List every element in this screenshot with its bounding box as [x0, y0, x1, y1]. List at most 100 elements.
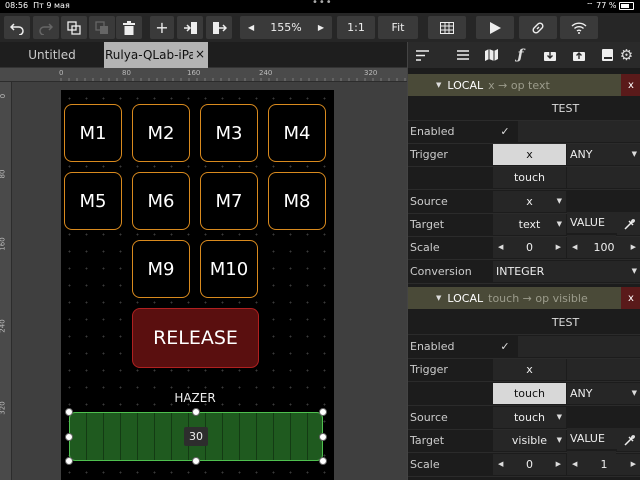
zoom-1to1-button[interactable]: 1:1 — [337, 16, 375, 39]
widget-button-m2[interactable]: M2 — [132, 104, 190, 162]
tab-list[interactable] — [448, 42, 477, 68]
row-trigger-2: touch ANY ▼ — [408, 382, 640, 406]
copy-button[interactable] — [61, 16, 87, 39]
widget-button-m5[interactable]: M5 — [64, 172, 122, 230]
scale-max-stepper[interactable]: ◀ 1 ▶ — [567, 454, 640, 475]
increment-arrow-icon[interactable]: ▶ — [631, 460, 636, 468]
widget-button-m9[interactable]: M9 — [132, 240, 190, 298]
hazer-value-display: 30 — [184, 427, 208, 446]
zoom-in-arrow-icon[interactable]: ▶ — [318, 23, 324, 32]
eyedropper-button[interactable] — [617, 430, 640, 451]
trigger-touch-toggle[interactable]: touch — [493, 383, 566, 404]
link-button[interactable] — [519, 16, 557, 39]
decrement-arrow-icon[interactable]: ◀ — [498, 460, 503, 468]
tab-map[interactable] — [477, 42, 506, 68]
resize-handle[interactable] — [192, 457, 200, 465]
zoom-fit-button[interactable]: Fit — [378, 16, 418, 39]
tab-untitled[interactable]: Untitled — [0, 42, 104, 68]
wifi-status-icon: ⌔ — [586, 1, 594, 10]
button-label: M7 — [215, 190, 243, 212]
widget-button-m1[interactable]: M1 — [64, 104, 122, 162]
trigger-x-toggle[interactable]: x — [493, 144, 566, 165]
trigger-mode-select[interactable]: ANY ▼ — [567, 383, 640, 404]
chevron-down-icon: ▼ — [556, 436, 562, 444]
resize-handle[interactable] — [319, 408, 327, 416]
chevron-down-icon: ▼ — [556, 220, 562, 228]
scale-min-stepper[interactable]: ◀ 0 ▶ — [493, 237, 566, 258]
collapse-triangle-icon[interactable]: ▼ — [436, 81, 441, 89]
redo-button[interactable] — [33, 16, 59, 39]
widget-button-m4[interactable]: M4 — [268, 104, 326, 162]
multitask-dots-icon[interactable]: ••• — [312, 0, 333, 8]
scale-min-stepper[interactable]: ◀ 0 ▶ — [493, 454, 566, 475]
play-button[interactable] — [476, 16, 514, 39]
increment-arrow-icon[interactable]: ▶ — [631, 243, 636, 251]
ruler-tick-label: 320 — [364, 69, 378, 77]
tab-close-icon[interactable]: × — [192, 47, 205, 61]
widget-button-m7[interactable]: M7 — [200, 172, 258, 230]
enabled-checkbox[interactable]: ✓ — [493, 336, 517, 357]
collapse-triangle-icon[interactable]: ▼ — [436, 294, 441, 302]
zoom-out-arrow-icon[interactable]: ◀ — [248, 23, 254, 32]
zoom-value: 155% — [270, 21, 302, 34]
enabled-checkbox[interactable]: ✓ — [493, 121, 517, 142]
resize-handle[interactable] — [65, 457, 73, 465]
source-select[interactable]: x ▼ — [493, 191, 566, 212]
function-icon: ƒ — [517, 47, 524, 63]
conversion-label: Conversion — [410, 265, 472, 278]
resize-handle[interactable] — [319, 457, 327, 465]
button-label: M2 — [147, 122, 175, 144]
target-property-select[interactable]: visible ▼ — [493, 430, 566, 451]
chevron-down-icon: ▼ — [631, 267, 637, 275]
eyedropper-button[interactable] — [617, 214, 640, 235]
resize-handle[interactable] — [65, 433, 73, 441]
row-trigger: Trigger x — [408, 358, 640, 382]
message-section-header[interactable]: ▼ LOCAL x → op text x — [408, 74, 640, 96]
conversion-select[interactable]: INTEGER ▼ — [493, 261, 640, 282]
connection-button[interactable] — [560, 16, 598, 39]
delete-button[interactable] — [116, 16, 142, 39]
trigger-mode-select[interactable]: ANY ▼ — [567, 144, 640, 165]
zoom-fit-label: Fit — [391, 21, 405, 34]
increment-arrow-icon[interactable]: ▶ — [556, 243, 561, 251]
message-section-header[interactable]: ▼ LOCAL touch → op visible x — [408, 287, 640, 309]
row-source: Source x▼ VALUE▼ — [408, 190, 640, 233]
increment-arrow-icon[interactable]: ▶ — [556, 460, 561, 468]
trigger-x-toggle[interactable]: x — [493, 359, 566, 380]
decrement-arrow-icon[interactable]: ◀ — [572, 460, 577, 468]
undo-button[interactable] — [4, 16, 30, 39]
chevron-down-icon: ▼ — [631, 389, 637, 397]
import-button[interactable] — [177, 16, 203, 39]
tab-settings[interactable]: ⚙ — [612, 42, 640, 68]
zoom-control[interactable]: ◀ 155% ▶ — [240, 16, 332, 39]
resize-handle[interactable] — [192, 408, 200, 416]
widget-release-button[interactable]: RELEASE — [132, 308, 259, 368]
decrement-arrow-icon[interactable]: ◀ — [498, 243, 503, 251]
row-enabled: Enabled ✓ — [408, 120, 640, 144]
tab-function[interactable]: ƒ — [506, 42, 535, 68]
scale-max-stepper[interactable]: ◀ 100 ▶ — [567, 237, 640, 258]
widget-button-m3[interactable]: M3 — [200, 104, 258, 162]
add-widget-button[interactable]: + — [150, 16, 174, 39]
tab-import[interactable] — [535, 42, 564, 68]
tab-export[interactable] — [564, 42, 593, 68]
remove-message-button[interactable]: x — [621, 287, 640, 309]
widget-button-m10[interactable]: M10 — [200, 240, 258, 298]
export-button[interactable] — [206, 16, 232, 39]
resize-handle[interactable] — [65, 408, 73, 416]
paste-button[interactable] — [89, 16, 115, 39]
resize-handle[interactable] — [319, 433, 327, 441]
decrement-arrow-icon[interactable]: ◀ — [572, 243, 577, 251]
tab-rulya-qlab-ipad[interactable]: Rulya-QLab-iPad × — [104, 42, 208, 68]
remove-message-button[interactable]: x — [621, 74, 640, 96]
trigger-touch-toggle[interactable]: touch — [493, 167, 566, 188]
source-select[interactable]: touch ▼ — [493, 407, 566, 428]
target-property-select[interactable]: text ▼ — [493, 214, 566, 235]
grid-button[interactable] — [428, 16, 466, 39]
button-label: M10 — [209, 258, 249, 280]
widget-button-m6[interactable]: M6 — [132, 172, 190, 230]
target-property-value: text — [518, 218, 541, 231]
tab-properties[interactable] — [408, 42, 437, 68]
button-label: M9 — [147, 258, 175, 280]
widget-button-m8[interactable]: M8 — [268, 172, 326, 230]
